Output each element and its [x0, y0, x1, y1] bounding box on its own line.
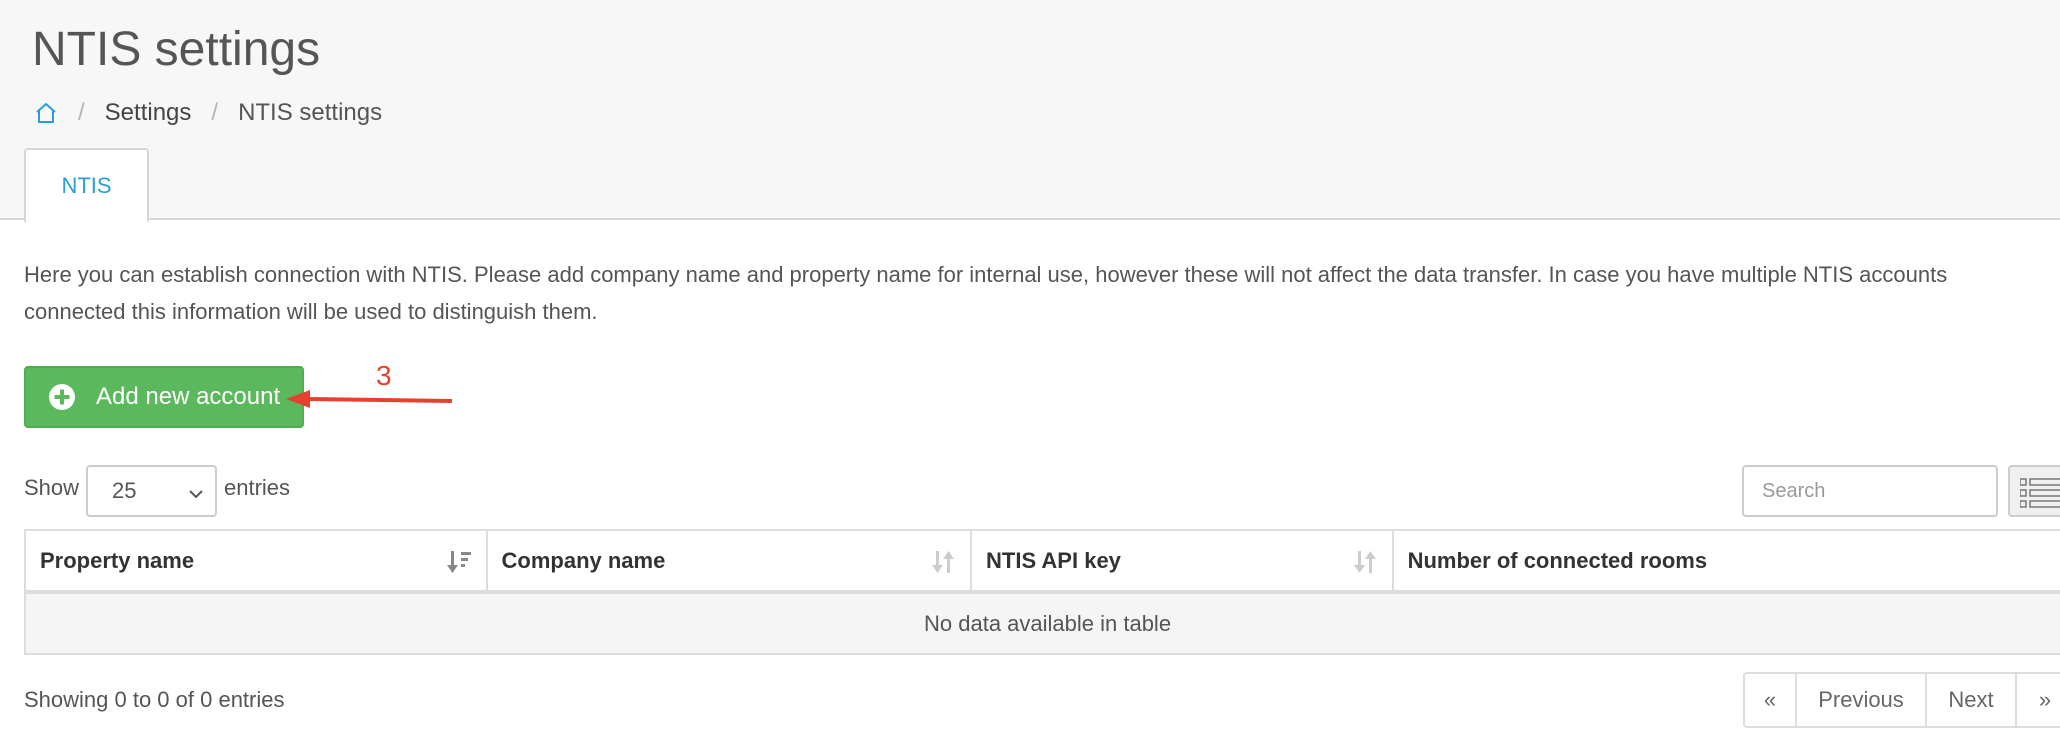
column-header-ntis-api-key[interactable]: NTIS API key — [970, 529, 1394, 594]
pagination-last-button[interactable]: » — [2015, 672, 2060, 728]
home-icon[interactable] — [34, 101, 58, 125]
accounts-table: Property name Company name NTIS API key … — [24, 529, 2060, 655]
list-icon — [2019, 478, 2060, 513]
page-title: NTIS settings — [32, 23, 321, 76]
column-header-label: Number of connected rooms — [1407, 547, 1708, 573]
plus-circle-icon — [48, 383, 76, 411]
empty-table-message: No data available in table — [24, 591, 2060, 655]
search-input[interactable]: Search — [1742, 465, 1998, 517]
pagination-previous-button[interactable]: Previous — [1795, 672, 1927, 728]
breadcrumb: / Settings / NTIS settings — [34, 96, 382, 130]
table-header-row: Property name Company name NTIS API key … — [24, 529, 2060, 594]
breadcrumb-separator: / — [78, 99, 85, 126]
sort-both-icon — [1352, 549, 1378, 581]
add-new-account-label: Add new account — [96, 383, 281, 410]
entries-label: entries — [224, 475, 291, 500]
column-header-property-name[interactable]: Property name — [24, 529, 488, 594]
pagination-next-button[interactable]: Next — [1925, 672, 2017, 728]
show-label: Show — [24, 475, 80, 500]
column-visibility-button[interactable] — [2008, 465, 2060, 517]
add-new-account-button[interactable]: Add new account — [24, 366, 304, 428]
page-length-value: 25 — [112, 478, 137, 503]
breadcrumb-item-settings[interactable]: Settings — [105, 99, 192, 127]
breadcrumb-separator: / — [211, 99, 219, 126]
column-header-connected-rooms[interactable]: Number of connected rooms — [1391, 529, 2060, 594]
annotation-arrow — [286, 390, 453, 408]
chevron-down-icon — [187, 483, 205, 509]
column-header-label: Property name — [40, 547, 195, 573]
table-info: Showing 0 to 0 of 0 entries — [24, 687, 285, 712]
sort-descending-icon — [446, 549, 472, 581]
tab-ntis[interactable]: NTIS — [24, 148, 149, 222]
breadcrumb-item-current: NTIS settings — [238, 99, 383, 126]
column-header-label: Company name — [501, 547, 666, 573]
page-length-select[interactable]: 25 — [86, 465, 217, 517]
column-header-label: NTIS API key — [986, 547, 1121, 573]
table-row-empty: No data available in table — [24, 591, 2060, 655]
description-text: Here you can establish connection with N… — [24, 262, 1948, 324]
pagination: « Previous Next » — [1743, 672, 2060, 728]
column-header-company-name[interactable]: Company name — [485, 529, 973, 594]
sort-both-icon — [930, 549, 956, 581]
pagination-first-button[interactable]: « — [1743, 672, 1797, 728]
accounts-table-wrapper: Property name Company name NTIS API key … — [24, 529, 2060, 655]
